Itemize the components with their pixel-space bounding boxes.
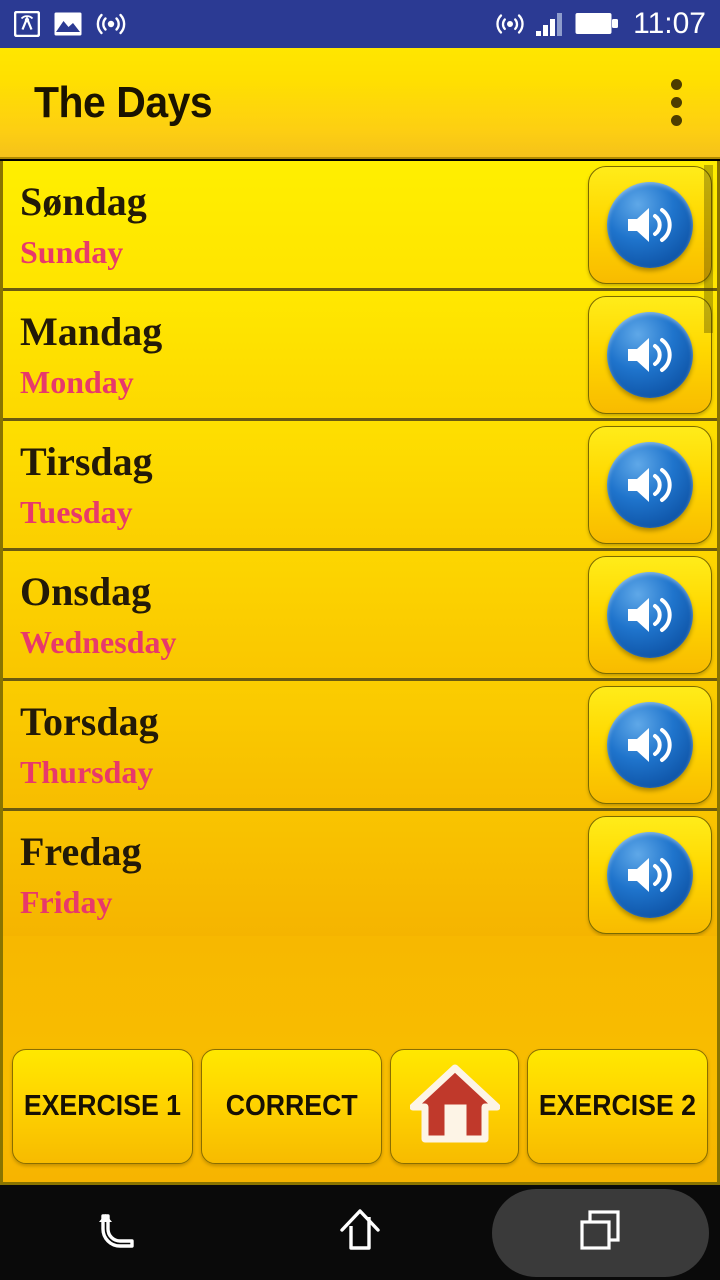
page-title: The Days [34,77,213,127]
translated-word: Monday [20,363,134,400]
list-item-speaker-cell [583,811,717,936]
speaker-button[interactable] [588,685,712,804]
exercise-1-label: EXERCISE 1 [23,1090,182,1122]
native-word: Fredag [20,828,142,874]
list-item[interactable]: Mandag Monday [3,291,717,421]
wireless-signal-icon [96,12,126,36]
correct-button[interactable]: CORRECT [201,1049,382,1164]
speaker-button[interactable] [588,555,712,674]
battery-icon [575,11,619,37]
house-icon [409,1063,500,1150]
cellular-signal-icon [535,11,565,37]
gallery-image-icon [54,12,82,36]
recents-squares-icon [574,1204,626,1261]
list-item-speaker-cell [583,681,717,808]
status-bar-left-icons [14,11,126,37]
back-arrow-icon [92,1202,148,1263]
correct-label: CORRECT [225,1090,358,1122]
days-list[interactable]: Søndag Sunday Mandag Monday Tirsdag Tues… [0,161,720,936]
speaker-icon [607,441,693,528]
speaker-icon [607,701,693,788]
speaker-icon [607,311,693,398]
speaker-button[interactable] [588,295,712,414]
native-word: Onsdag [20,568,152,614]
list-item-speaker-cell [583,291,717,418]
list-item[interactable]: Søndag Sunday [3,161,717,291]
list-item[interactable]: Tirsdag Tuesday [3,421,717,551]
home-button[interactable] [390,1049,519,1164]
translated-word: Wednesday [20,623,177,660]
list-item-texts: Onsdag Wednesday [3,551,583,678]
overflow-dot-1 [671,79,682,90]
speaker-button[interactable] [588,815,712,934]
translated-word: Sunday [20,233,124,270]
exercise-1-button[interactable]: EXERCISE 1 [12,1049,193,1164]
speaker-button[interactable] [588,165,712,284]
translated-word: Friday [20,883,113,920]
recents-highlight [491,1188,709,1277]
speaker-icon [607,571,693,658]
bottom-button-bar: EXERCISE 1 CORRECT EXERCISE 2 [0,936,720,1185]
native-word: Tirsdag [20,438,153,484]
speaker-icon [607,831,693,918]
status-bar-clock: 11:07 [633,7,706,40]
app-screen: 11:07 The Days Søndag Sunday Mandag Mond… [0,0,720,1280]
list-item-speaker-cell [583,161,717,288]
radio-tower-icon [14,11,40,37]
native-word: Søndag [20,178,147,224]
home-outline-icon [332,1202,388,1263]
overflow-menu-icon[interactable] [657,69,696,136]
translated-word: Tuesday [20,493,133,530]
overflow-dot-2 [671,97,682,108]
overflow-dot-3 [671,115,682,126]
list-item-texts: Tirsdag Tuesday [3,421,583,548]
translated-word: Thursday [20,753,154,790]
app-toolbar: The Days [0,48,720,159]
list-item-texts: Torsdag Thursday [3,681,583,808]
speaker-icon [607,181,693,268]
recents-nav-button[interactable] [480,1185,720,1280]
exercise-2-label: EXERCISE 2 [538,1090,697,1122]
list-item-texts: Søndag Sunday [3,161,583,288]
hotspot-icon [495,10,525,38]
list-item-texts: Fredag Friday [3,811,583,936]
exercise-2-button[interactable]: EXERCISE 2 [527,1049,708,1164]
list-item[interactable]: Torsdag Thursday [3,681,717,811]
list-item-speaker-cell [583,421,717,548]
list-item[interactable]: Onsdag Wednesday [3,551,717,681]
status-bar-right-icons: 11:07 [495,7,706,41]
back-nav-button[interactable] [0,1185,240,1280]
home-nav-button[interactable] [240,1185,480,1280]
native-word: Mandag [20,308,163,354]
status-bar: 11:07 [0,0,720,48]
android-nav-bar [0,1185,720,1280]
list-item-speaker-cell [583,551,717,678]
list-item-texts: Mandag Monday [3,291,583,418]
native-word: Torsdag [20,698,159,744]
list-item[interactable]: Fredag Friday [3,811,717,936]
scrollbar-thumb[interactable] [704,165,713,333]
speaker-button[interactable] [588,425,712,544]
list-scrollbar[interactable] [704,161,713,936]
